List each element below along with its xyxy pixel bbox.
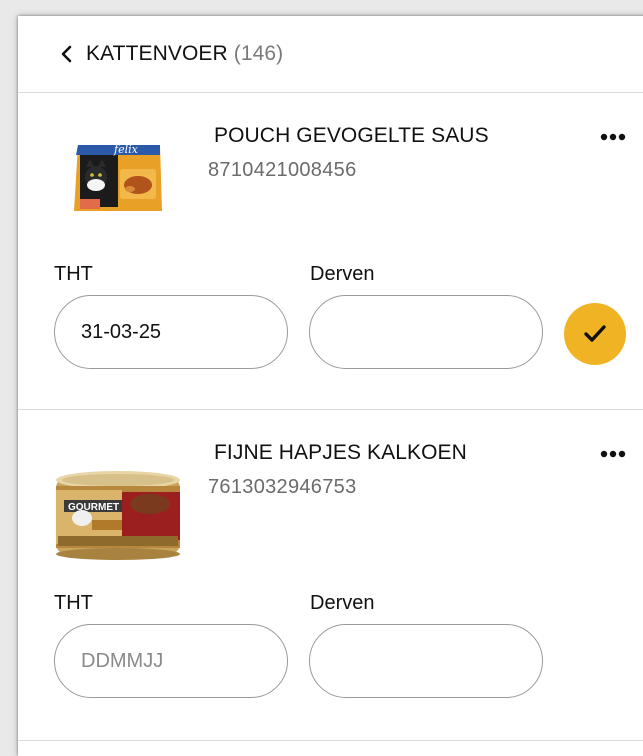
product-card: GOURMET FIJNE HAPJES KALKOEN 76130329467… (18, 410, 643, 741)
derven-field[interactable] (309, 624, 543, 698)
product-code: 8710421008456 (208, 159, 357, 181)
more-options-icon[interactable] (600, 133, 626, 141)
derven-label: Derven (310, 263, 375, 285)
derven-input[interactable] (336, 296, 516, 368)
product-name: FIJNE HAPJES KALKOEN (214, 441, 467, 464)
gourmet-logo: GOURMET (68, 502, 119, 513)
tht-field[interactable] (54, 624, 288, 698)
product-image-gourmet: GOURMET (56, 471, 180, 560)
tht-label: THT (54, 263, 93, 285)
list-header: KATTENVOER (146) (18, 16, 643, 93)
page-title: KATTENVOER (146) (86, 42, 283, 66)
derven-label: Derven (310, 592, 375, 614)
product-list-panel: KATTENVOER (146) felix POUCH GEVOGELTE S… (18, 16, 643, 756)
category-count: (146) (233, 42, 284, 65)
product-name: POUCH GEVOGELTE SAUS (214, 124, 489, 147)
check-icon (584, 325, 606, 342)
category-name: KATTENVOER (86, 42, 228, 65)
product-card: felix POUCH GEVOGELTE SAUS 8710421008456… (18, 93, 643, 410)
felix-logo: felix (113, 143, 139, 156)
tht-label: THT (54, 592, 93, 614)
product-image-felix: felix (74, 143, 162, 211)
tht-input[interactable] (81, 625, 261, 697)
chevron-left-icon[interactable] (60, 45, 74, 63)
confirm-button[interactable] (564, 303, 626, 365)
tht-input[interactable] (81, 296, 261, 368)
product-code: 7613032946753 (208, 476, 357, 498)
tht-field[interactable] (54, 295, 288, 369)
derven-input[interactable] (336, 625, 516, 697)
derven-field[interactable] (309, 295, 543, 369)
more-options-icon[interactable] (600, 450, 626, 458)
